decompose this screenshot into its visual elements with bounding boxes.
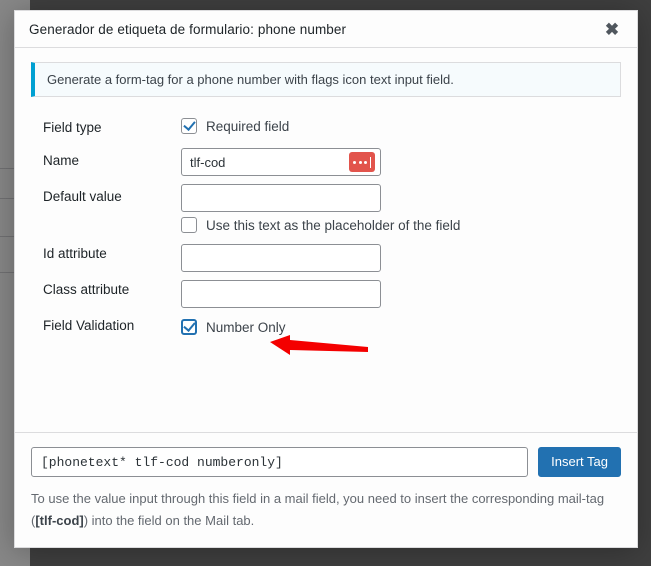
description-notice: Generate a form-tag for a phone number w… (31, 62, 621, 97)
modal-footer: Insert Tag To use the value input throug… (15, 432, 637, 547)
name-input-wrap (181, 148, 381, 176)
number-only-checkbox[interactable] (181, 319, 197, 335)
form-row-name: Name (31, 144, 621, 180)
label-id-attribute: Id attribute (43, 246, 107, 261)
close-icon[interactable]: ✖ (595, 14, 629, 44)
mail-tag-help-text: To use the value input through this fiel… (31, 488, 621, 531)
mail-tag-help-after: ) into the field on the Mail tab. (83, 512, 255, 528)
id-attribute-input[interactable] (181, 244, 381, 272)
tag-generator-modal: Generador de etiqueta de formulario: pho… (14, 10, 638, 548)
required-field-checkbox-label: Required field (206, 118, 290, 134)
page-title: Generador de etiqueta de formulario: pho… (29, 21, 347, 37)
number-only-checkbox-row[interactable]: Number Only (181, 316, 621, 338)
required-field-checkbox-row[interactable]: Required field (181, 115, 621, 137)
number-only-checkbox-label: Number Only (206, 319, 286, 335)
generated-tag-input[interactable] (31, 447, 529, 478)
modal-body: Generate a form-tag for a phone number w… (15, 48, 637, 432)
use-as-placeholder-label: Use this text as the placeholder of the … (206, 217, 461, 233)
insert-tag-button[interactable]: Insert Tag (538, 447, 621, 478)
text-caret (369, 156, 371, 168)
modal-titlebar: Generador de etiqueta de formulario: pho… (15, 11, 637, 48)
ellipsis-tag-icon[interactable] (349, 152, 375, 172)
label-field-validation: Field Validation (43, 318, 135, 333)
class-attribute-input[interactable] (181, 280, 381, 308)
form-row-id-attribute: Id attribute (31, 240, 621, 276)
default-value-input[interactable] (181, 184, 381, 212)
form-row-field-type: Field type Required field (31, 111, 621, 144)
required-field-checkbox[interactable] (181, 118, 197, 134)
label-name: Name (43, 153, 80, 168)
form-row-field-validation: Field Validation Number Only (31, 312, 621, 342)
tag-generator-form: Field type Required field Name tlf-cod D… (31, 111, 621, 342)
label-class-attribute: Class attribute (43, 282, 130, 297)
use-as-placeholder-checkbox[interactable] (181, 217, 197, 233)
ellipsis-dots (353, 160, 367, 164)
label-field-type: Field type (43, 120, 102, 135)
form-row-default-value: Default value Use this text as the place… (31, 180, 621, 240)
use-as-placeholder-checkbox-row[interactable]: Use this text as the placeholder of the … (181, 214, 621, 236)
label-default-value: Default value (43, 189, 122, 204)
tag-output-row: Insert Tag (31, 447, 621, 478)
form-row-class-attribute: Class attribute (31, 276, 621, 312)
mail-tag-code: [tlf-cod] (35, 512, 84, 528)
